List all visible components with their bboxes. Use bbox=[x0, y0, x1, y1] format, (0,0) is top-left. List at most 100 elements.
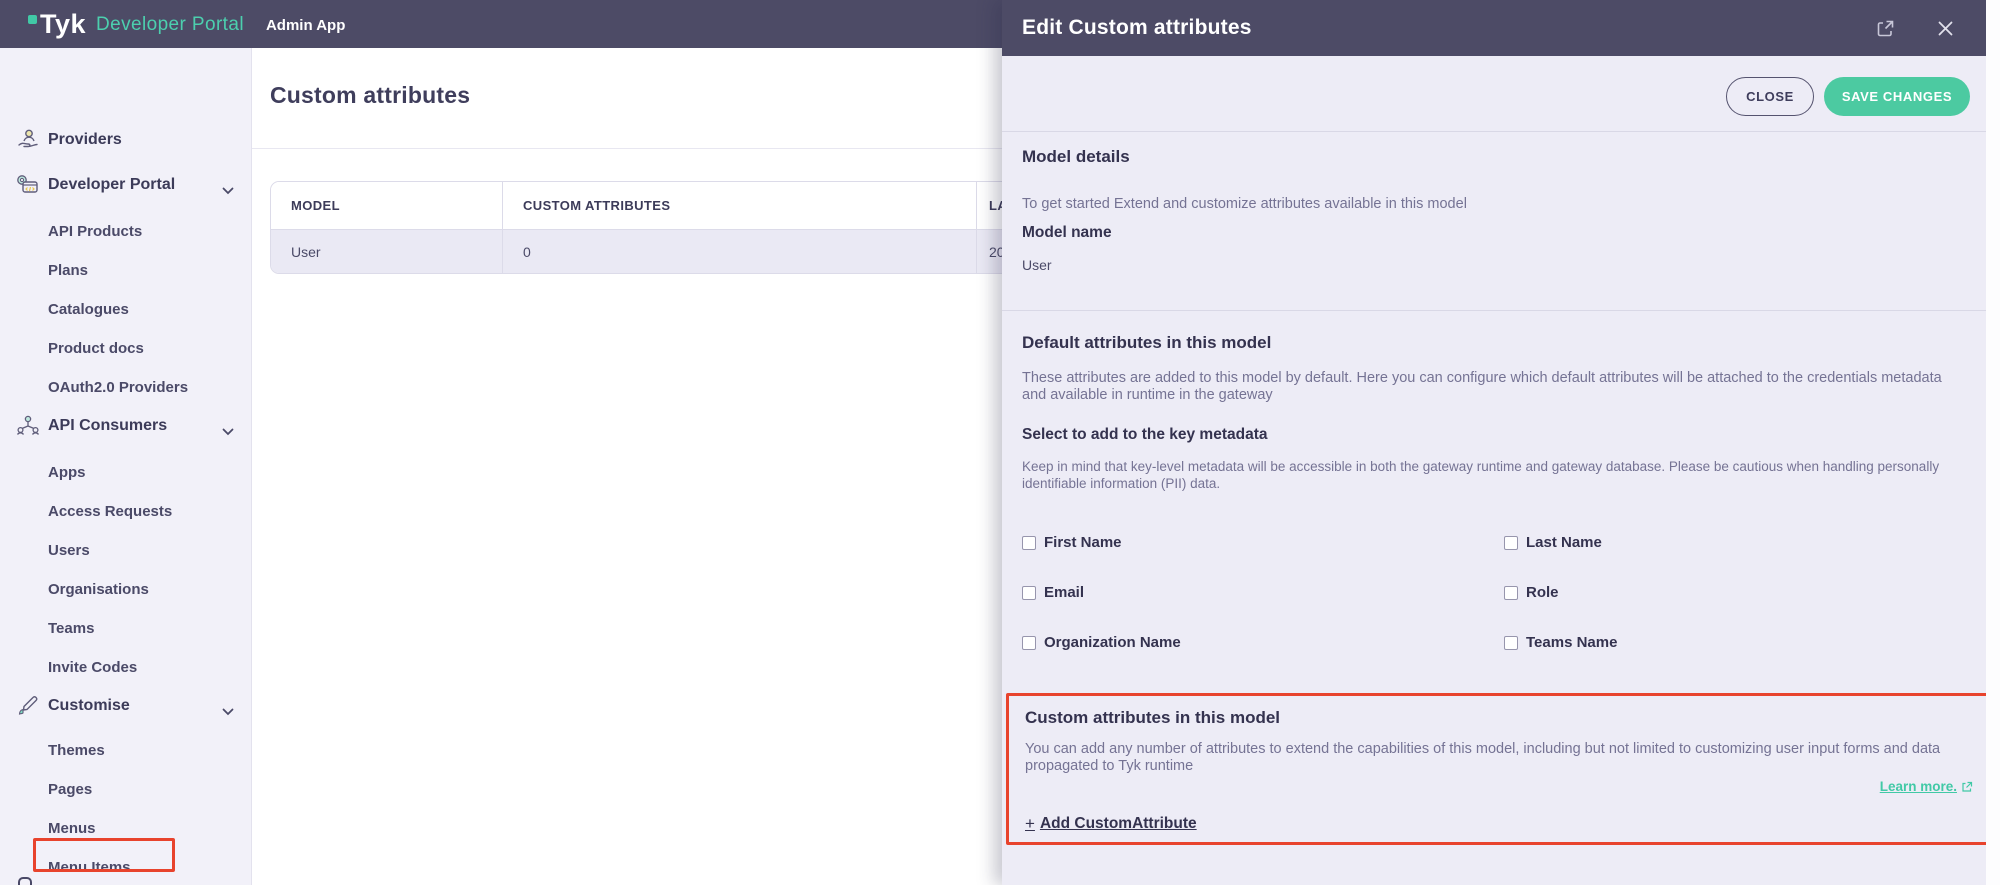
model-details-heading: Model details bbox=[1022, 147, 1130, 167]
sidebar-item-themes[interactable]: Themes bbox=[0, 738, 252, 762]
drawer-header: Edit Custom attributes bbox=[1002, 0, 1986, 56]
divider bbox=[1002, 131, 1986, 132]
default-attributes-heading: Default attributes in this model bbox=[1022, 333, 1271, 353]
checkbox-last-name[interactable]: Last Name bbox=[1504, 534, 1602, 551]
open-in-new-tab-icon[interactable] bbox=[1874, 17, 1896, 39]
checkbox-organization-name[interactable]: Organization Name bbox=[1022, 634, 1181, 651]
annotation-highlight-custom-attributes: Custom attributes in this model You can … bbox=[1006, 693, 1990, 845]
column-header-custom-attributes[interactable]: CUSTOM ATTRIBUTES bbox=[503, 182, 977, 229]
sidebar-item-label: Menu Items bbox=[48, 859, 131, 876]
checkbox-label: First Name bbox=[1044, 534, 1122, 551]
checkbox-label: Organization Name bbox=[1044, 634, 1181, 651]
sidebar-item-label: Invite Codes bbox=[48, 659, 137, 676]
developer-portal-icon bbox=[14, 172, 42, 198]
add-custom-attribute-button[interactable]: + Add CustomAttribute bbox=[1025, 814, 1197, 834]
external-link-icon bbox=[1961, 781, 1973, 793]
sidebar-item-menu-items[interactable]: Menu Items bbox=[0, 855, 252, 879]
sidebar-item-label: Users bbox=[48, 542, 90, 559]
sidebar-item-product-docs[interactable]: Product docs bbox=[0, 336, 252, 360]
admin-app-label: Admin App bbox=[266, 17, 345, 34]
edit-drawer: Edit Custom attributes CLOSE SAVE CHANGE… bbox=[1002, 0, 2000, 885]
sidebar-item-providers[interactable]: Providers bbox=[0, 128, 252, 152]
checkbox-icon[interactable] bbox=[1022, 636, 1036, 650]
sidebar-item-oauth-providers[interactable]: OAuth2.0 Providers bbox=[0, 375, 252, 399]
learn-more-link[interactable]: Learn more. bbox=[1880, 779, 1973, 794]
product-name: Developer Portal bbox=[96, 14, 244, 36]
checkbox-teams-name[interactable]: Teams Name bbox=[1504, 634, 1617, 651]
sidebar-item-label: Menus bbox=[48, 820, 96, 837]
checkbox-first-name[interactable]: First Name bbox=[1022, 534, 1122, 551]
sidebar-item-customise[interactable]: Customise bbox=[0, 694, 252, 718]
sidebar-item-label: Developer Portal bbox=[48, 176, 175, 194]
close-icon[interactable] bbox=[1934, 17, 1956, 39]
sidebar-item-menus[interactable]: Menus bbox=[0, 816, 252, 840]
customise-icon bbox=[14, 693, 42, 719]
drawer-action-bar: CLOSE SAVE CHANGES bbox=[1726, 77, 1970, 116]
sidebar: Providers Developer Portal API Products bbox=[0, 48, 252, 885]
sidebar-item-label: Themes bbox=[48, 742, 105, 759]
table-row[interactable]: User 0 20 bbox=[271, 229, 1059, 273]
sidebar-item-plans[interactable]: Plans bbox=[0, 258, 252, 282]
checkbox-label: Role bbox=[1526, 584, 1559, 601]
checkbox-icon[interactable] bbox=[1504, 636, 1518, 650]
checkbox-email[interactable]: Email bbox=[1022, 584, 1084, 601]
sidebar-item-access-requests[interactable]: Access Requests bbox=[0, 499, 252, 523]
tyk-logo[interactable]: Tyk Developer Portal bbox=[28, 9, 244, 39]
custom-attributes-heading: Custom attributes in this model bbox=[1025, 708, 1280, 728]
sidebar-item-label: Providers bbox=[48, 131, 122, 149]
app-window: Tyk Developer Portal Admin App Providers bbox=[0, 0, 2000, 885]
chevron-down-icon bbox=[222, 423, 234, 441]
checkbox-label: Last Name bbox=[1526, 534, 1602, 551]
checkbox-label: Email bbox=[1044, 584, 1084, 601]
divider bbox=[252, 148, 1002, 149]
sidebar-item-invite-codes[interactable]: Invite Codes bbox=[0, 655, 252, 679]
checkbox-icon[interactable] bbox=[1022, 536, 1036, 550]
sidebar-item-label: Teams bbox=[48, 620, 94, 637]
cell-custom-attributes: 0 bbox=[503, 230, 977, 273]
table-header-row: MODEL CUSTOM ATTRIBUTES LA bbox=[271, 182, 1059, 229]
model-name-label: Model name bbox=[1022, 224, 1112, 242]
save-changes-button[interactable]: SAVE CHANGES bbox=[1824, 77, 1970, 116]
sidebar-item-label: Apps bbox=[48, 464, 86, 481]
models-table: MODEL CUSTOM ATTRIBUTES LA User 0 20 bbox=[270, 181, 1060, 274]
checkbox-icon[interactable] bbox=[1022, 586, 1036, 600]
checkbox-icon[interactable] bbox=[1504, 586, 1518, 600]
default-attributes-description: These attributes are added to this model… bbox=[1022, 370, 1962, 404]
tyk-logo-square-icon bbox=[28, 15, 37, 24]
plus-icon: + bbox=[1025, 814, 1035, 834]
sidebar-item-label: Organisations bbox=[48, 581, 149, 598]
api-consumers-icon bbox=[14, 413, 42, 439]
sidebar-item-teams[interactable]: Teams bbox=[0, 616, 252, 640]
learn-more-label: Learn more. bbox=[1880, 779, 1957, 794]
sidebar-item-label: Customise bbox=[48, 697, 130, 715]
partial-icon bbox=[18, 877, 32, 885]
divider bbox=[1002, 310, 1986, 311]
tyk-logo-text: Tyk bbox=[40, 9, 86, 39]
cell-model: User bbox=[271, 230, 503, 273]
sidebar-item-label: Access Requests bbox=[48, 503, 172, 520]
page-title: Custom attributes bbox=[270, 82, 470, 109]
sidebar-item-label: Catalogues bbox=[48, 301, 129, 318]
column-header-model[interactable]: MODEL bbox=[271, 182, 503, 229]
chevron-down-icon bbox=[222, 703, 234, 721]
sidebar-item-label: Plans bbox=[48, 262, 88, 279]
model-details-description: To get started Extend and customize attr… bbox=[1022, 196, 1952, 213]
close-button[interactable]: CLOSE bbox=[1726, 77, 1814, 116]
checkbox-icon[interactable] bbox=[1504, 536, 1518, 550]
sidebar-item-label: API Products bbox=[48, 223, 142, 240]
key-metadata-subheading: Select to add to the key metadata bbox=[1022, 426, 1268, 444]
sidebar-item-label: API Consumers bbox=[48, 417, 167, 435]
drawer-scrollbar[interactable] bbox=[1986, 0, 2000, 885]
sidebar-item-pages[interactable]: Pages bbox=[0, 777, 252, 801]
key-metadata-note: Keep in mind that key-level metadata wil… bbox=[1022, 458, 1962, 492]
sidebar-item-developer-portal[interactable]: Developer Portal bbox=[0, 173, 252, 197]
sidebar-item-users[interactable]: Users bbox=[0, 538, 252, 562]
checkbox-role[interactable]: Role bbox=[1504, 584, 1559, 601]
sidebar-item-api-consumers[interactable]: API Consumers bbox=[0, 414, 252, 438]
providers-icon bbox=[14, 127, 42, 153]
sidebar-item-organisations[interactable]: Organisations bbox=[0, 577, 252, 601]
sidebar-item-apps[interactable]: Apps bbox=[0, 460, 252, 484]
sidebar-item-api-products[interactable]: API Products bbox=[0, 219, 252, 243]
add-custom-attribute-label: Add CustomAttribute bbox=[1040, 815, 1197, 833]
sidebar-item-catalogues[interactable]: Catalogues bbox=[0, 297, 252, 321]
